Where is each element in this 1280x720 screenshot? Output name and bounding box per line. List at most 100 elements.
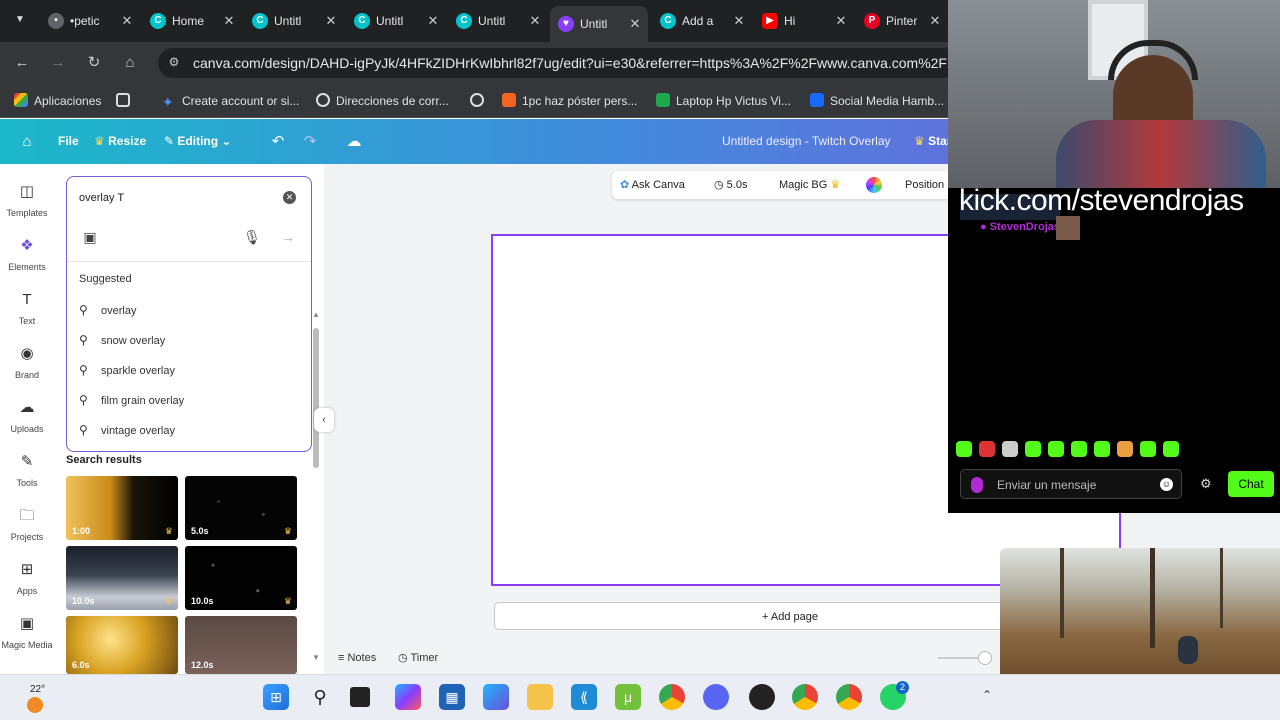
emote-icon[interactable] bbox=[1163, 441, 1179, 457]
forward-icon[interactable]: → bbox=[48, 53, 68, 73]
ask-canva-button[interactable]: ✿ Ask Canva bbox=[620, 171, 685, 199]
browser-tab[interactable]: C Untitl ✕ bbox=[448, 7, 548, 35]
browser-tab[interactable]: C Untitl ✕ bbox=[346, 7, 446, 35]
position-button[interactable]: Position bbox=[905, 171, 944, 199]
rail-item-projects[interactable]: 🗀 Projects bbox=[0, 506, 54, 556]
design-title[interactable]: Untitled design - Twitch Overlay bbox=[722, 119, 891, 164]
emote-icon[interactable] bbox=[1117, 441, 1133, 457]
duration-button[interactable]: ◷ 5.0s bbox=[714, 171, 747, 199]
bookmark-item[interactable]: ✦ Create account or si... bbox=[162, 92, 299, 110]
panel-scrollbar[interactable]: ▲ ▼ bbox=[312, 310, 320, 662]
add-page-button[interactable]: + Add page bbox=[494, 602, 1086, 630]
close-tab-icon[interactable]: ✕ bbox=[528, 7, 542, 35]
search-input[interactable] bbox=[79, 187, 269, 209]
bookmark-item[interactable]: Direcciones de corr... bbox=[316, 92, 449, 110]
browser-tab[interactable]: C Add a ✕ bbox=[652, 7, 752, 35]
result-thumbnail[interactable]: 10.0s ♛ bbox=[185, 546, 297, 610]
result-thumbnail[interactable]: 10.0s ♛ bbox=[66, 546, 178, 610]
result-thumbnail[interactable]: 6.0s bbox=[66, 616, 178, 674]
chat-send-button[interactable]: Chat bbox=[1228, 471, 1274, 497]
emote-icon[interactable] bbox=[1140, 441, 1156, 457]
arrow-right-icon[interactable]: → bbox=[279, 229, 297, 247]
browser-tab[interactable]: • •petic ✕ bbox=[40, 7, 140, 35]
share-button[interactable]: ♛ Star bbox=[914, 119, 951, 164]
bookmark-item[interactable] bbox=[116, 92, 136, 110]
home-icon[interactable]: ⌂ bbox=[120, 53, 140, 73]
result-thumbnail[interactable]: 1:00 ♛ bbox=[66, 476, 178, 540]
url-text[interactable]: canva.com/design/DAHD-igPyJk/4HFkZIDHrKw… bbox=[193, 48, 953, 78]
reload-icon[interactable]: ↻ bbox=[84, 53, 104, 73]
close-tab-icon[interactable]: ✕ bbox=[928, 7, 942, 35]
rail-item-uploads[interactable]: ☁ Uploads bbox=[0, 398, 54, 448]
microphone-icon[interactable] bbox=[971, 477, 983, 493]
store-icon[interactable]: ▦ bbox=[439, 684, 465, 710]
scrollbar-thumb[interactable] bbox=[313, 328, 319, 468]
close-tab-icon[interactable]: ✕ bbox=[834, 7, 848, 35]
chrome-profile-icon[interactable] bbox=[836, 684, 862, 710]
search-icon[interactable]: ⚲ bbox=[307, 684, 333, 710]
microphone-icon[interactable]: 🎙 bbox=[243, 229, 261, 247]
bookmark-item[interactable]: Social Media Hamb... bbox=[810, 92, 944, 110]
suggestion-item[interactable]: ⚲ snow overlay bbox=[79, 329, 165, 351]
browser-tab[interactable]: ▶ Hi ✕ bbox=[754, 7, 854, 35]
back-icon[interactable]: ← bbox=[12, 53, 32, 73]
close-tab-icon[interactable]: ✕ bbox=[732, 7, 746, 35]
chrome-icon[interactable] bbox=[659, 684, 685, 710]
vscode-icon[interactable]: ⟪ bbox=[571, 684, 597, 710]
close-tab-icon[interactable]: ✕ bbox=[120, 7, 134, 35]
url-omnibox[interactable]: ⚙ canva.com/design/DAHD-igPyJk/4HFkZIDHr… bbox=[158, 48, 958, 78]
close-tab-icon[interactable]: ✕ bbox=[324, 7, 338, 35]
image-search-icon[interactable]: ▣ bbox=[81, 229, 99, 247]
close-tab-icon[interactable]: ✕ bbox=[222, 7, 236, 35]
browser-tab[interactable]: C Home ✕ bbox=[142, 7, 242, 35]
close-tab-icon[interactable]: ✕ bbox=[628, 6, 642, 42]
rail-item-elements[interactable]: ❖ Elements bbox=[0, 236, 54, 286]
scroll-up-icon[interactable]: ▲ bbox=[312, 310, 320, 319]
magic-bg-button[interactable]: Magic BG ♛ bbox=[779, 171, 840, 199]
zoom-slider-handle[interactable] bbox=[978, 651, 992, 665]
recorder-icon[interactable] bbox=[749, 684, 775, 710]
scroll-down-icon[interactable]: ▼ bbox=[312, 653, 320, 662]
weather-widget[interactable]: 22° bbox=[20, 681, 50, 713]
rail-item-text[interactable]: T Text bbox=[0, 290, 54, 340]
discord-icon[interactable] bbox=[703, 684, 729, 710]
file-explorer-icon[interactable] bbox=[527, 684, 553, 710]
timer-button[interactable]: ◷ Timer bbox=[398, 650, 438, 666]
browser-tab-active[interactable]: ♥ Untitl ✕ bbox=[550, 6, 648, 42]
windows-start-icon[interactable]: ⊞ bbox=[263, 684, 289, 710]
collapse-panel-icon[interactable]: ‹ bbox=[314, 408, 334, 432]
rail-item-tools[interactable]: ✎ Tools bbox=[0, 452, 54, 502]
chevron-up-icon[interactable]: ⌃ bbox=[982, 688, 992, 702]
resize-button[interactable]: ♛ Resize bbox=[94, 119, 146, 164]
task-view-icon[interactable] bbox=[350, 687, 370, 707]
chrome-profile-icon[interactable] bbox=[792, 684, 818, 710]
bookmark-item[interactable] bbox=[470, 92, 490, 110]
file-menu[interactable]: File bbox=[58, 119, 79, 164]
suggestion-item[interactable]: ⚲ vintage overlay bbox=[79, 419, 175, 441]
emote-icon[interactable] bbox=[1002, 441, 1018, 457]
notes-button[interactable]: ≡ Notes bbox=[338, 650, 376, 666]
suggestion-item[interactable]: ⚲ film grain overlay bbox=[79, 389, 184, 411]
bookmark-item[interactable]: Aplicaciones bbox=[14, 92, 101, 110]
close-tab-icon[interactable]: ✕ bbox=[426, 7, 440, 35]
m365-icon[interactable] bbox=[395, 684, 421, 710]
emoji-icon[interactable]: ☺ bbox=[1160, 478, 1173, 491]
bookmark-item[interactable]: 1pc haz póster pers... bbox=[502, 92, 637, 110]
emote-icon[interactable] bbox=[1048, 441, 1064, 457]
tab-search-icon[interactable]: ▼ bbox=[10, 10, 30, 30]
undo-icon[interactable]: ↶ bbox=[268, 132, 288, 152]
result-thumbnail[interactable]: 12.0s bbox=[185, 616, 297, 674]
clear-search-icon[interactable]: ✕ bbox=[283, 191, 296, 204]
suggestion-item[interactable]: ⚲ sparkle overlay bbox=[79, 359, 175, 381]
emote-icon[interactable] bbox=[979, 441, 995, 457]
utorrent-icon[interactable]: μ bbox=[615, 684, 641, 710]
editing-mode-button[interactable]: ✎ Editing ⌄ bbox=[164, 119, 231, 164]
emote-icon[interactable] bbox=[1094, 441, 1110, 457]
rail-item-templates[interactable]: ◫ Templates bbox=[0, 182, 54, 232]
color-wheel-icon[interactable] bbox=[866, 177, 882, 193]
gear-icon[interactable]: ⚙ bbox=[1200, 476, 1212, 492]
site-info-icon[interactable]: ⚙ bbox=[166, 55, 182, 71]
rail-item-magic-media[interactable]: ▣ Magic Media bbox=[0, 614, 54, 664]
browser-tab[interactable]: P Pinter ✕ bbox=[856, 7, 948, 35]
rail-item-apps[interactable]: ⊞ Apps bbox=[0, 560, 54, 610]
